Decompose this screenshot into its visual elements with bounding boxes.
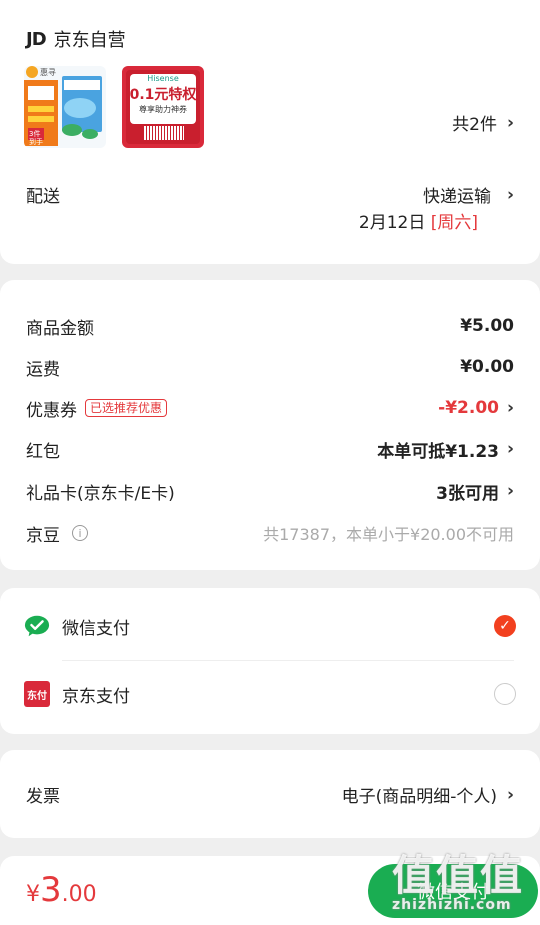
giftcard-label: 礼品卡(京东卡/E卡) [26, 483, 175, 504]
delivery-date-value: 2月12日 [358, 213, 426, 233]
chevron-right-icon: › [506, 112, 514, 133]
thumb2-brand: Hisense [147, 74, 179, 83]
thumb2-sub: 尊享助力神券 [139, 105, 187, 114]
currency-symbol: ¥ [26, 882, 40, 907]
divider [62, 660, 514, 661]
shipping-label: 运费 [26, 359, 60, 380]
chevron-right-icon: › [506, 439, 514, 459]
shipping-row: 运费 ¥0.00 [26, 355, 514, 380]
goods-amount-label: 商品金额 [26, 318, 94, 339]
price-card: 商品金额 ¥5.00 运费 ¥0.00 优惠券 已选推荐优惠 -¥2.00 › … [0, 280, 540, 570]
jingdou-row: 京豆 i 共17387，本单小于¥20.00不可用 [26, 521, 514, 546]
invoice-value[interactable]: 电子(商品明细-个人) › [341, 782, 514, 808]
goods-amount-row: 商品金额 ¥5.00 [26, 314, 514, 339]
jd-pay-label: 京东支付 [62, 686, 130, 707]
total-integer: 3 [40, 870, 62, 910]
jingdou-value: 共17387，本单小于¥20.00不可用 [263, 525, 514, 544]
jingdou-label: 京豆 [26, 525, 60, 546]
barcode [144, 126, 184, 140]
thumb1-brand: 惠寻 [40, 68, 56, 77]
redpacket-label: 红包 [26, 441, 60, 462]
delivery-label: 配送 [26, 187, 60, 207]
invoice-card[interactable]: 发票 电子(商品明细-个人) › [0, 750, 540, 838]
delivery-weekday: [周六] [430, 213, 478, 233]
jd-pay-icon: 东付 [24, 681, 50, 707]
item-count[interactable]: 共2件 › [452, 110, 514, 136]
info-icon[interactable]: i [72, 525, 88, 541]
giftcard-row[interactable]: 礼品卡(京东卡/E卡) 3张可用 › [26, 479, 514, 504]
total-decimal: .00 [61, 882, 97, 907]
chevron-right-icon: › [506, 784, 514, 805]
redpacket-row[interactable]: 红包 本单可抵¥1.23 › [26, 437, 514, 462]
payment-option-jdpay[interactable]: 东付 京东支付 [24, 674, 516, 714]
redpacket-value: 本单可抵¥1.23 [377, 441, 499, 462]
radio-unchecked-icon[interactable] [494, 683, 516, 705]
coupon-label: 优惠券 [26, 400, 77, 421]
wechat-pay-icon [24, 613, 50, 639]
shipping-value: ¥0.00 [460, 357, 514, 377]
coupon-badge: 已选推荐优惠 [85, 399, 168, 417]
delivery-date[interactable]: 2月12日 [周六] [359, 208, 478, 233]
watermark: 值值值 zhizhizhi.com [392, 842, 532, 922]
thumb2-title: 0.1元特权 [129, 87, 197, 103]
chevron-right-icon: › [506, 481, 514, 501]
total-price: ¥ 3 .00 [26, 870, 97, 910]
coupon-value: -¥2.00 [438, 398, 499, 418]
store-header: JD 京东自营 [26, 26, 126, 52]
goods-amount-value: ¥5.00 [460, 316, 514, 336]
chevron-right-icon: › [506, 184, 514, 205]
radio-checked-icon[interactable]: ✓ [494, 615, 516, 637]
thumb1-text: 3件到手 [29, 130, 43, 146]
jd-logo: JD [26, 28, 47, 50]
item-count-label: 共2件 [452, 115, 497, 135]
invoice-value-text: 电子(商品明细-个人) [341, 787, 497, 807]
invoice-label: 发票 [26, 787, 60, 807]
payment-card: 微信支付 ✓ 东付 京东支付 [0, 588, 540, 734]
order-card: JD 京东自营 惠寻 3件到手 Hisense 0.1元特权 尊享助力神券 共2… [0, 0, 540, 264]
store-name: 京东自营 [53, 30, 126, 51]
wechat-pay-label: 微信支付 [62, 618, 130, 639]
delivery-method[interactable]: 快递运输 › [422, 182, 514, 208]
coupon-row[interactable]: 优惠券 已选推荐优惠 -¥2.00 › [26, 396, 514, 421]
payment-option-wechat[interactable]: 微信支付 ✓ [24, 606, 516, 646]
watermark-logo: 值值值 [392, 851, 525, 900]
product-thumbnail-2[interactable]: Hisense 0.1元特权 尊享助力神券 [122, 66, 204, 148]
watermark-url: zhizhizhi.com [392, 897, 512, 913]
product-thumbnail-1[interactable]: 惠寻 3件到手 [24, 66, 106, 148]
chevron-right-icon: › [506, 398, 514, 418]
delivery-method-label: 快递运输 [422, 187, 491, 207]
jd-pay-icon-text: 东付 [27, 690, 47, 702]
giftcard-value: 3张可用 [436, 483, 499, 504]
